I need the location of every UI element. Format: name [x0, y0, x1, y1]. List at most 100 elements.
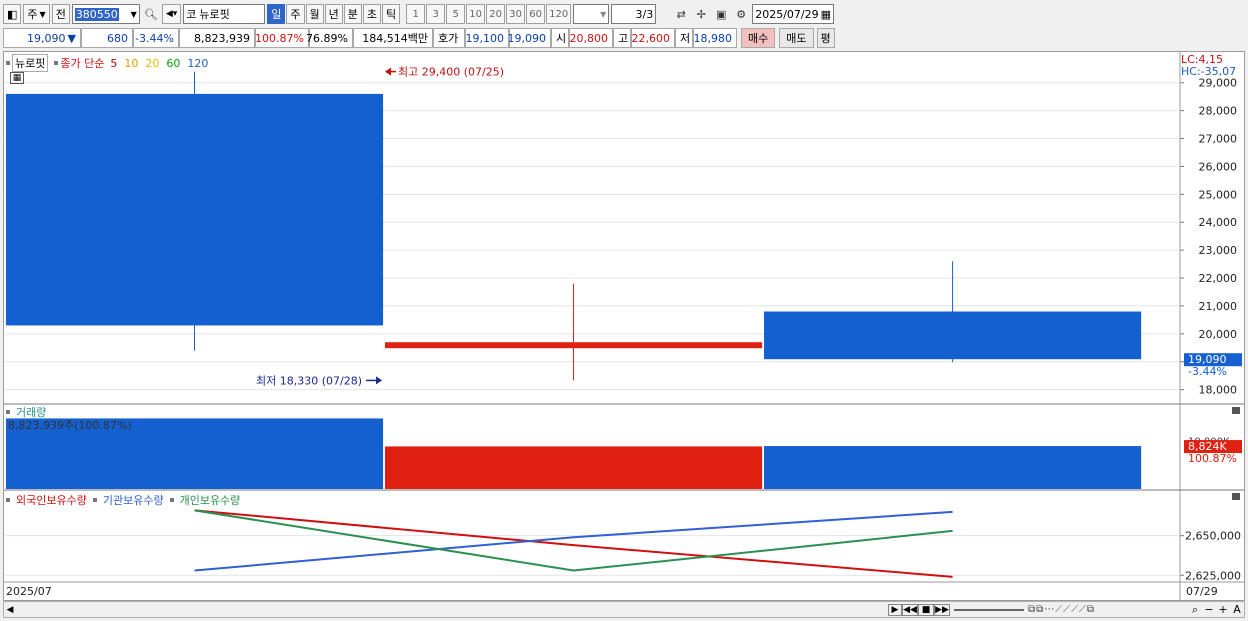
- stop-icon[interactable]: ■: [918, 603, 934, 616]
- zoom-out-icon[interactable]: −: [1202, 603, 1216, 616]
- open-price: 20,800: [569, 28, 613, 48]
- page-indicator[interactable]: 3/3: [611, 4, 657, 24]
- high-note-text: 최고 29,400 (07/25): [398, 66, 504, 79]
- text-size-icon[interactable]: A: [1230, 603, 1244, 616]
- scroll-left-icon[interactable]: ◀: [4, 605, 16, 615]
- foreign-holdings-label[interactable]: 외국인보유수량: [16, 492, 87, 508]
- chevron-down-icon[interactable]: ▼: [600, 10, 606, 19]
- ma-period-120[interactable]: 120: [187, 57, 208, 70]
- date-input[interactable]: 2025/07/29 ▦: [752, 4, 835, 24]
- scroll-right-icon[interactable]: ▶: [888, 603, 902, 616]
- ma-period-5[interactable]: 5: [110, 57, 117, 70]
- ma-period-60[interactable]: 60: [166, 57, 180, 70]
- fast-forward-icon[interactable]: ▶▶: [934, 603, 950, 616]
- high-price: 22,600: [631, 28, 675, 48]
- magnifier-icon[interactable]: ⌕: [1188, 603, 1202, 617]
- holdings-tick-label: 2,625,000: [1185, 569, 1241, 582]
- zoom-slider[interactable]: [954, 608, 1024, 611]
- chevron-down-icon[interactable]: ▼: [131, 10, 137, 19]
- footer-right-date: 07/29: [1186, 585, 1218, 598]
- zoom-in-icon[interactable]: +: [1216, 603, 1230, 616]
- crosshair-icon[interactable]: ✢: [692, 4, 710, 24]
- interval-button-10[interactable]: 10: [466, 4, 486, 24]
- interval-button-1[interactable]: 1: [406, 4, 426, 24]
- chart-scrollbar[interactable]: ◀ ▶ ◀◀ ■ ▶▶ ⧉⧉⋯⟋⟋⟋⟋⧉ ⌕ − + A: [3, 601, 1245, 618]
- period-tab-0[interactable]: 일: [267, 4, 286, 24]
- code-input[interactable]: 380550 ▼: [71, 4, 140, 24]
- volume-ratio: 100.87%: [255, 28, 309, 48]
- grid-table-icon[interactable]: ▦: [10, 72, 24, 84]
- period-tab-3[interactable]: 년: [324, 4, 343, 24]
- ma-period-10[interactable]: 10: [124, 57, 138, 70]
- buy-button[interactable]: 매수: [741, 28, 776, 48]
- change-percent: -3.44%: [133, 28, 179, 48]
- market2-label: 코: [186, 8, 197, 21]
- interval-button-120[interactable]: 120: [546, 4, 572, 24]
- price-tick-label: 29,000: [1199, 77, 1238, 90]
- period-tab-4[interactable]: 분: [343, 4, 362, 24]
- holdings-tick-label: 2,650,000: [1185, 530, 1241, 543]
- open-label: 시: [551, 28, 569, 48]
- volume-current-pct: 100.87%: [1188, 452, 1237, 465]
- pane-marker-icon: [92, 498, 97, 502]
- high-arrow-icon: [385, 67, 392, 76]
- prev-button[interactable]: 전: [51, 4, 70, 24]
- trade-amount: 184,514백만: [353, 28, 433, 48]
- sell-button[interactable]: 매도: [779, 28, 814, 48]
- interval-button-20[interactable]: 20: [486, 4, 506, 24]
- rewind-icon[interactable]: ◀◀: [902, 603, 918, 616]
- down-arrow-icon: ▼: [67, 31, 76, 45]
- interval-custom-input[interactable]: ▼: [573, 4, 610, 24]
- market-select[interactable]: 주 ▼: [23, 4, 50, 24]
- chart-area[interactable]: 18,00019,00020,00021,00022,00023,00024,0…: [3, 51, 1245, 601]
- volume-bar: [764, 446, 1142, 489]
- period-tab-1[interactable]: 주: [286, 4, 305, 24]
- ma-period-20[interactable]: 20: [145, 57, 159, 70]
- volume-title[interactable]: 거래량: [16, 404, 46, 420]
- price-pane-name-box: 뉴로핏: [6, 54, 49, 72]
- speaker-icon[interactable]: ◀▾: [161, 4, 182, 24]
- period-tab-2[interactable]: 월: [305, 4, 324, 24]
- volume-bar: [384, 446, 763, 489]
- hoga-label: 호가: [433, 28, 465, 48]
- chart-canvas[interactable]: 18,00019,00020,00021,00022,00023,00024,0…: [4, 52, 1244, 600]
- ask-price: 19,100: [465, 28, 509, 48]
- eval-button[interactable]: 평: [816, 28, 835, 48]
- individual-holdings-label[interactable]: 개인보유수량: [180, 492, 241, 508]
- period-tab-6[interactable]: 틱: [382, 4, 401, 24]
- interval-button-30[interactable]: 30: [506, 4, 526, 24]
- gear-icon[interactable]: ⚙: [732, 4, 750, 24]
- drawing-tools-icon[interactable]: ⧉⧉⋯⟋⟋⟋⟋⧉: [1028, 604, 1188, 615]
- calendar-icon[interactable]: ▦: [821, 8, 831, 21]
- price-tick-label: 26,000: [1199, 160, 1238, 173]
- stock-name-field[interactable]: 코 뉴로핏: [183, 4, 266, 24]
- price-tick-label: 22,000: [1199, 272, 1238, 285]
- bid-price: 19,090: [508, 28, 551, 48]
- interval-button-5[interactable]: 5: [446, 4, 466, 24]
- ma-periods: 5 10 20 60 120: [110, 57, 208, 70]
- price-pane-legend: 뉴로핏 종가 단순 5 10 20 60 120: [6, 54, 208, 72]
- current-pct-text: -3.44%: [1188, 365, 1227, 378]
- split-icon[interactable]: ⇄: [672, 4, 690, 24]
- candle-body: [764, 311, 1142, 360]
- high-label: 고: [613, 28, 631, 48]
- toolbar: ◧ 주 ▼ 전 380550 ▼ 🔍︎ ◀▾ 코 뉴로핏 일주월년분초틱 1 3 5 10 2…: [0, 3, 1248, 25]
- code-value: 380550: [74, 7, 119, 21]
- institution-holdings-label[interactable]: 기관보유수량: [103, 492, 164, 508]
- save-icon[interactable]: ▣: [712, 4, 730, 24]
- chevron-down-icon: ▼: [39, 9, 46, 19]
- ma-title[interactable]: 종가 단순: [60, 55, 104, 71]
- search-icon[interactable]: 🔍︎: [142, 4, 160, 24]
- pane-marker-icon: [6, 61, 10, 65]
- holdings-pane-legend: 외국인보유수량 기관보유수량 개인보유수량: [6, 492, 240, 508]
- interval-button-60[interactable]: 60: [526, 4, 546, 24]
- stock-legend-name[interactable]: 뉴로핏: [12, 54, 49, 72]
- turnover-percent: 76.89%: [306, 28, 353, 48]
- interval-button-3[interactable]: 3: [426, 4, 446, 24]
- low-note-text: 최저 18,330 (07/28): [256, 374, 362, 387]
- layout-icon[interactable]: ◧: [3, 4, 22, 24]
- low-arrow-icon: [376, 376, 383, 385]
- period-tab-5[interactable]: 초: [362, 4, 382, 24]
- price-tick-label: 27,000: [1199, 133, 1238, 146]
- candle-body: [384, 342, 763, 349]
